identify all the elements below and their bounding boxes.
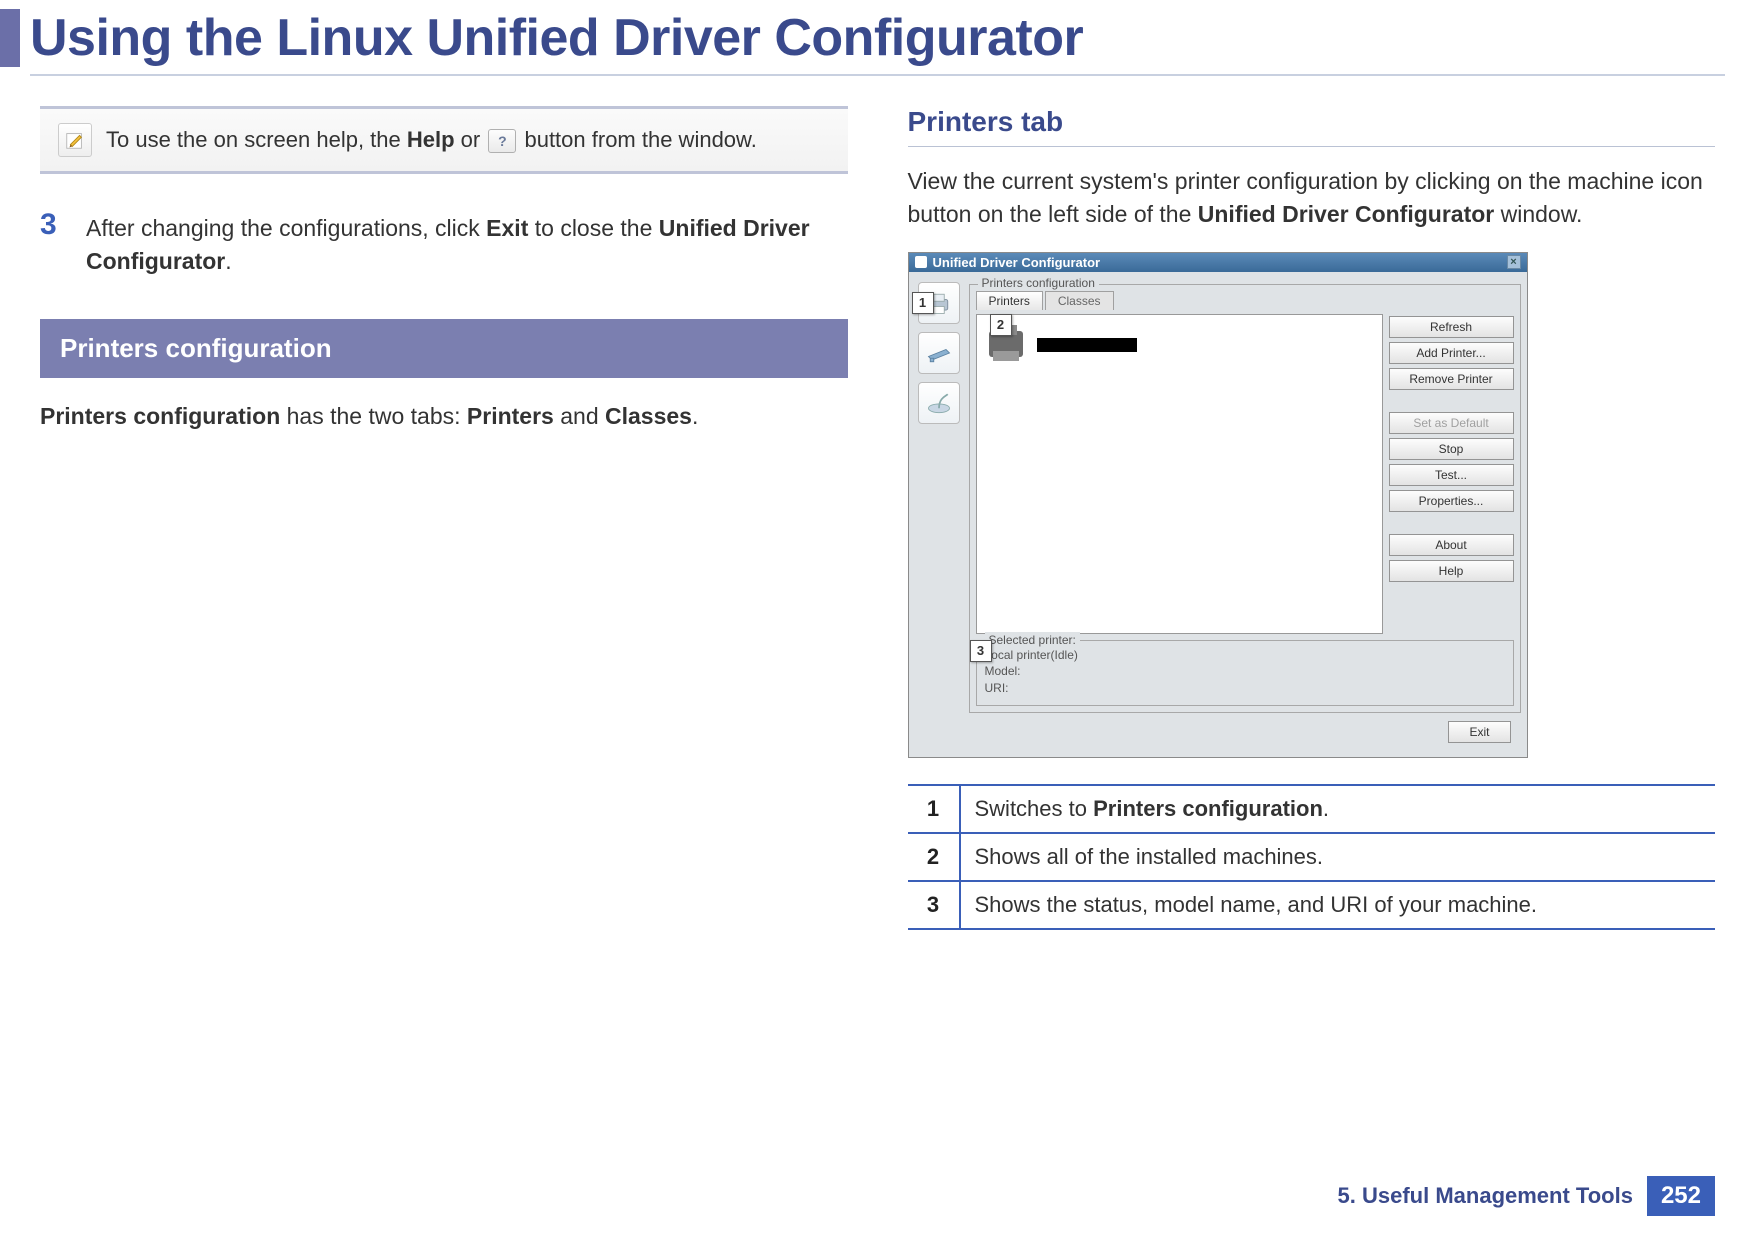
footer-page-number: 252	[1647, 1176, 1715, 1216]
legend-num-3: 3	[908, 881, 960, 929]
printer-list[interactable]	[976, 314, 1383, 634]
set-default-button[interactable]: Set as Default	[1389, 412, 1514, 434]
exit-button[interactable]: Exit	[1448, 721, 1510, 743]
body-bold-1: Printers configuration	[40, 403, 280, 429]
help-button-icon	[488, 129, 516, 153]
printers-config-body: Printers configuration has the two tabs:…	[40, 400, 848, 433]
step-number: 3	[40, 208, 68, 279]
tabstrip: Printers Classes	[976, 291, 1514, 310]
titlebar-left: Unified Driver Configurator	[915, 255, 1101, 270]
note-text: To use the on screen help, the Help or b…	[106, 127, 757, 153]
exit-row: Exit	[969, 713, 1521, 751]
titlebar-app-icon	[915, 256, 927, 268]
step3-text-1: After changing the configurations, click	[86, 215, 486, 241]
subheading-printers-tab: Printers tab	[908, 106, 1716, 147]
body-bold-3: Classes	[605, 403, 692, 429]
page-title: Using the Linux Unified Driver Configura…	[30, 8, 1083, 68]
note-text-help-bold: Help	[407, 127, 455, 152]
selected-line-3: URI:	[985, 680, 1505, 697]
right-column: Printers tab View the current system's p…	[908, 106, 1716, 930]
body-p3: .	[692, 403, 698, 429]
legend-1-b1: Printers configuration	[1093, 796, 1323, 821]
step3-bold-exit: Exit	[486, 215, 528, 241]
printer-list-item[interactable]	[983, 321, 1376, 367]
step-3: 3 After changing the configurations, cli…	[40, 208, 848, 279]
legend-desc-3: Shows the status, model name, and URI of…	[960, 881, 1716, 929]
legend-num-2: 2	[908, 833, 960, 881]
printers-tab-intro: View the current system's printer config…	[908, 165, 1716, 232]
remove-printer-button[interactable]: Remove Printer	[1389, 368, 1514, 390]
content-columns: To use the on screen help, the Help or b…	[0, 76, 1755, 930]
group-label-printers-config: Printers configuration	[978, 276, 1099, 290]
note-pencil-icon	[58, 123, 92, 157]
app-main: Printers configuration Printers Classes	[969, 278, 1521, 751]
intro-b1: Unified Driver Configurator	[1198, 201, 1494, 227]
side-icon-scanners[interactable]	[918, 332, 960, 374]
properties-button[interactable]: Properties...	[1389, 490, 1514, 512]
callout-2: 2	[990, 314, 1012, 336]
tab-classes[interactable]: Classes	[1045, 291, 1114, 310]
side-icon-ports[interactable]	[918, 382, 960, 424]
step3-text-2: to close the	[528, 215, 658, 241]
printer-name-redacted	[1037, 338, 1137, 352]
table-row: 3 Shows the status, model name, and URI …	[908, 881, 1716, 929]
body-p1: has the two tabs:	[280, 403, 467, 429]
note-text-mid: or	[455, 127, 487, 152]
left-column: To use the on screen help, the Help or b…	[40, 106, 848, 930]
titlebar-close-button[interactable]: ×	[1507, 255, 1521, 269]
intro-p2: window.	[1494, 201, 1582, 227]
section-banner-printers-config: Printers configuration	[40, 319, 848, 378]
page-footer: 5. Useful Management Tools 252	[1338, 1176, 1715, 1216]
callout-1: 1	[912, 292, 934, 314]
stop-button[interactable]: Stop	[1389, 438, 1514, 460]
app-body: Printers configuration Printers Classes	[909, 272, 1527, 757]
titlebar-title: Unified Driver Configurator	[933, 255, 1101, 270]
legend-table: 1 Switches to Printers configuration. 2 …	[908, 784, 1716, 930]
table-row: 2 Shows all of the installed machines.	[908, 833, 1716, 881]
footer-chapter: 5. Useful Management Tools	[1338, 1183, 1633, 1209]
refresh-button[interactable]: Refresh	[1389, 316, 1514, 338]
printer-entry-name	[1037, 336, 1137, 352]
legend-1-p1: Switches to	[975, 796, 1094, 821]
side-icon-column	[915, 278, 963, 751]
help-button[interactable]: Help	[1389, 560, 1514, 582]
tab-printers[interactable]: Printers	[976, 291, 1043, 310]
legend-desc-1: Switches to Printers configuration.	[960, 785, 1716, 833]
legend-num-1: 1	[908, 785, 960, 833]
body-p2: and	[554, 403, 605, 429]
screenshot-wrapper: Unified Driver Configurator ×	[908, 252, 1716, 758]
table-row: 1 Switches to Printers configuration.	[908, 785, 1716, 833]
selected-line-1: Local printer(Idle)	[985, 647, 1505, 664]
selected-printer-label: Selected printer:	[985, 632, 1080, 649]
printers-config-group: Printers configuration Printers Classes	[969, 284, 1521, 713]
body-bold-2: Printers	[467, 403, 554, 429]
button-spacer-2	[1389, 516, 1514, 530]
step-body: After changing the configurations, click…	[86, 208, 848, 279]
side-button-column: Refresh Add Printer... Remove Printer Se…	[1389, 314, 1514, 634]
page-header: Using the Linux Unified Driver Configura…	[0, 0, 1755, 68]
callout-3: 3	[970, 640, 992, 662]
about-button[interactable]: About	[1389, 534, 1514, 556]
printer-list-row: Refresh Add Printer... Remove Printer Se…	[976, 314, 1514, 634]
header-accent-bar	[0, 9, 20, 67]
step3-text-3: .	[225, 248, 231, 274]
note-box: To use the on screen help, the Help or b…	[40, 106, 848, 174]
selected-line-2: Model:	[985, 663, 1505, 680]
add-printer-button[interactable]: Add Printer...	[1389, 342, 1514, 364]
note-text-prefix: To use the on screen help, the	[106, 127, 407, 152]
note-text-suffix: button from the window.	[518, 127, 756, 152]
legend-1-p2: .	[1323, 796, 1329, 821]
app-titlebar: Unified Driver Configurator ×	[909, 253, 1527, 272]
test-button[interactable]: Test...	[1389, 464, 1514, 486]
selected-printer-group: Selected printer: Local printer(Idle) Mo…	[976, 640, 1514, 706]
button-spacer-1	[1389, 394, 1514, 408]
legend-desc-2: Shows all of the installed machines.	[960, 833, 1716, 881]
